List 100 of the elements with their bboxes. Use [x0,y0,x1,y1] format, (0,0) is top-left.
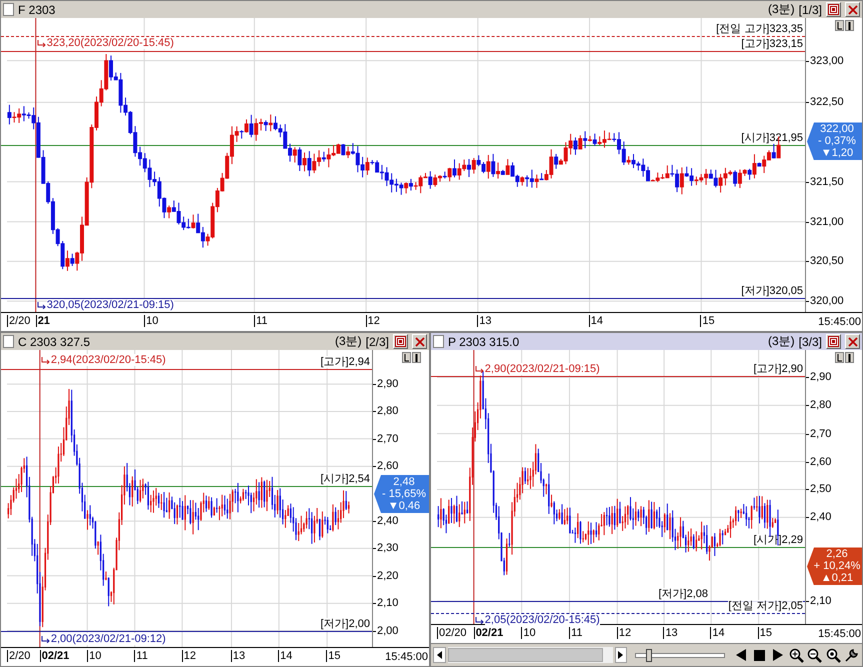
axis-label: 14 [710,627,725,639]
change-amount: ▲0,21 [820,572,854,584]
price-value: 2,26 [826,548,848,560]
axis-label: 11 [134,650,148,662]
axis-label: 2,70 [810,428,832,440]
axis-label: 322,50 [810,96,844,108]
stop-icon [754,650,765,660]
panel-checkbox[interactable] [3,3,14,16]
restore-icon [828,4,839,15]
axis-label: 10 [87,650,102,662]
close-icon [414,336,424,346]
axis-label: 13 [477,315,492,327]
reference-label: [전일 고가]323,35 [716,22,803,35]
zoom-out-button[interactable] [806,646,824,664]
reference-label: [시가]321,95 [741,132,803,144]
zoom-out-icon [807,648,822,662]
restore-button[interactable] [826,334,841,349]
change-percent: - 15,65% [382,488,426,500]
axis-label: 12 [616,627,632,639]
annotation-text: 2,94(2023/02/20-15:45) [50,354,166,366]
axis-label: 02/21 [40,650,70,662]
panel-checkbox[interactable] [433,335,444,348]
right-triangle-icon [772,649,783,661]
panel-checkbox[interactable] [3,335,14,348]
annotation-text: 320,05(2023/02/21-09:15) [46,298,174,311]
panel-title: P 2303 315.0 [448,334,520,348]
interval-label: (3분) [334,333,362,350]
axis-label: 2/20 [7,315,30,327]
reference-label: [전일 저가]2,05 [728,600,803,612]
toggle-button[interactable] [412,352,421,363]
axis-label: 14 [588,315,604,327]
axis-label: 2,80 [377,405,398,418]
annotation-text: 2,05(2023/02/20-15:45) [484,614,600,626]
slider-thumb[interactable] [646,649,652,662]
zoom-slider[interactable] [635,647,725,663]
reference-label: [고가]2,94 [320,356,370,368]
axis-label: 2,40 [377,515,398,528]
axis-label: 02/20 [437,627,467,639]
restore-button[interactable] [393,334,408,349]
axis-label: 2,90 [810,371,832,384]
axis-label: 12 [366,315,380,327]
restore-icon [828,336,839,347]
left-arrow-icon [436,651,442,659]
change-amount: ▼1,20 [820,147,854,160]
price-value: 2,48 [393,476,415,488]
axis-label: 10 [521,627,536,639]
axis-label: 2,00 [377,624,398,637]
toggle-button[interactable] [845,20,854,31]
axis-label: 15 [326,650,340,662]
toggle-button[interactable] [835,352,844,363]
page-indicator: [1/3] [798,2,822,16]
zoom-reset-button[interactable] [825,646,842,664]
corner-arrow-icon [474,365,484,374]
axis-label: 15:45:00 [818,628,861,640]
axis-label: 15 [758,627,772,639]
axis-label: 11 [254,315,268,327]
settings-button[interactable] [844,646,860,664]
scroll-right-button[interactable] [614,647,628,663]
interval-label: (3분) [768,1,795,18]
annotation-text: 2,90(2023/02/21-09:15) [484,363,600,376]
annotation-text: 323,20(2023/02/20-15:45) [46,36,174,49]
axis-label: 320,00 [810,295,844,308]
panel-title: C 2303 327.5 [18,334,90,348]
axis-label: 2,80 [810,399,832,412]
axis-label: 21 [36,315,50,327]
reference-label: [고가]2,90 [753,363,803,376]
scrollbar-thumb[interactable] [448,648,603,662]
axis-label: 13 [663,627,678,639]
axis-label: 2,70 [377,432,398,445]
close-button[interactable] [845,334,860,349]
zoom-in-button[interactable] [788,646,805,664]
toggle-button[interactable] [845,352,854,363]
corner-arrow-icon [36,300,46,309]
axis-label: 15 [700,315,715,327]
scroll-left-button[interactable] [433,647,446,663]
zoom-in-icon [788,648,804,662]
corner-arrow-icon [40,634,50,643]
axis-label: 12 [182,650,196,662]
toggle-button[interactable] [402,352,411,363]
axis-label: 2,10 [810,595,832,608]
toggle-button[interactable] [835,20,844,31]
panel-title: F 2303 [18,2,56,16]
reference-label: [고가]323,15 [741,38,803,50]
axis-label: 13 [230,650,246,662]
change-percent: - 0,37% [818,135,856,148]
wrench-icon [844,648,860,662]
axis-label: 02/21 [474,627,504,639]
restore-button[interactable] [826,2,841,17]
axis-label: 323,00 [810,54,844,67]
axis-label: 2,20 [377,570,398,582]
axis-label: 2,60 [377,460,398,472]
corner-arrow-icon [474,616,484,624]
left-triangle-icon [736,649,746,661]
reference-label: [저가]320,05 [741,285,803,298]
close-button[interactable] [845,2,860,17]
reference-label: [시가]2,54 [320,473,370,486]
close-button[interactable] [412,334,427,349]
axis-label: 2,50 [810,483,832,496]
price-value: 322,00 [820,123,854,136]
axis-label: 15:45:00 [818,316,861,328]
